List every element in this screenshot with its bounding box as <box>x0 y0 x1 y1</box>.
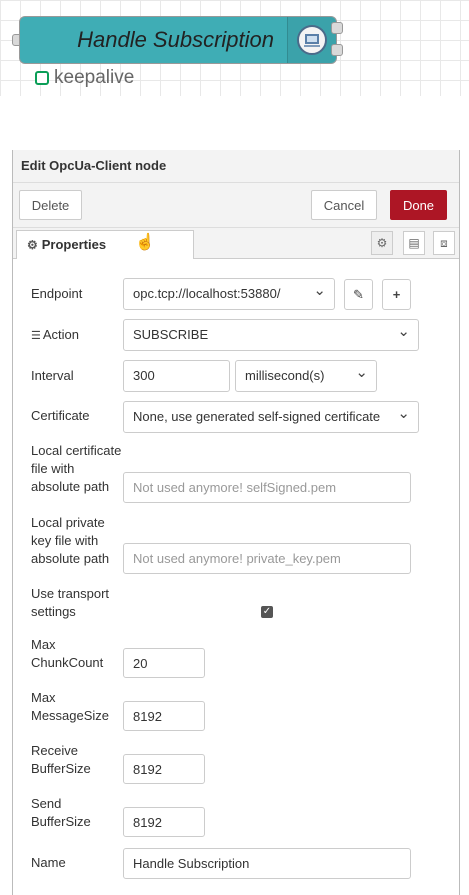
local-cert-label: Local certificate file with absolute pat… <box>31 443 122 494</box>
certificate-label: Certificate <box>31 408 90 423</box>
transport-label: Use transport settings <box>31 586 110 619</box>
transport-checkbox[interactable]: ✓ <box>261 606 273 618</box>
node-output-port-2[interactable] <box>331 44 343 56</box>
cancel-button[interactable]: Cancel <box>311 190 377 220</box>
tab-properties-label: Properties <box>41 237 107 252</box>
max-chunk-input[interactable]: 20 <box>123 648 205 678</box>
local-cert-input[interactable]: Not used anymore! selfSigned.pem <box>123 472 411 503</box>
edit-endpoint-pencil-icon[interactable]: ✎ <box>344 279 373 310</box>
local-key-label: Local private key file with absolute pat… <box>31 515 110 566</box>
node-output-port-1[interactable] <box>331 22 343 34</box>
send-buffer-label: Send BufferSize <box>31 796 91 829</box>
tab-properties[interactable]: ⚙ Properties <box>16 230 194 259</box>
interval-input[interactable]: 300 <box>123 360 230 392</box>
delete-button[interactable]: Delete <box>19 190 82 220</box>
status-text: keepalive <box>54 67 135 88</box>
max-message-input[interactable]: 8192 <box>123 701 205 731</box>
opcua-icon <box>297 25 327 55</box>
tray-toolbar: Delete Cancel Done <box>13 183 459 228</box>
tray-title: Edit OpcUa-Client node <box>13 150 459 183</box>
local-key-input[interactable]: Not used anymore! private_key.pem <box>123 543 411 574</box>
interval-label: Interval <box>31 368 74 383</box>
action-select[interactable]: SUBSCRIBE <box>123 319 419 351</box>
receive-buffer-label: Receive BufferSize <box>31 743 91 776</box>
send-buffer-input[interactable]: 8192 <box>123 807 205 837</box>
interval-unit-select[interactable]: millisecond(s) <box>235 360 377 392</box>
gear-icon: ⚙ <box>27 238 38 252</box>
node-status: keepalive <box>35 67 135 88</box>
name-label: Name <box>31 855 66 870</box>
receive-buffer-input[interactable]: 8192 <box>123 754 205 784</box>
endpoint-label: Endpoint <box>31 286 83 301</box>
description-tab-icon[interactable]: ▤ <box>403 231 425 255</box>
name-input[interactable]: Handle Subscription <box>123 848 411 879</box>
hand-cursor-icon: ☝ <box>135 234 155 251</box>
max-message-label: Max MessageSize <box>31 690 110 723</box>
appearance-tab-icon[interactable]: ⧈ <box>433 231 455 255</box>
canvas-gap <box>0 96 469 146</box>
action-label: ☰ Action <box>31 327 80 342</box>
max-chunk-label: Max ChunkCount <box>31 637 104 670</box>
edit-tray: Edit OpcUa-Client node Delete Cancel Don… <box>12 150 460 895</box>
certificate-select[interactable]: None, use generated self-signed certific… <box>123 401 419 433</box>
tabs-row: ⚙ Properties ☝ ⚙ ▤ ⧈ <box>13 228 459 259</box>
list-icon: ☰ <box>31 330 41 342</box>
settings-tab-icon[interactable]: ⚙ <box>371 231 393 255</box>
endpoint-select[interactable]: opc.tcp://localhost:53880/ <box>123 278 335 310</box>
flow-node[interactable]: Handle Subscription <box>19 16 337 64</box>
add-endpoint-plus-icon[interactable]: + <box>382 279 411 310</box>
node-icon-area <box>287 17 336 63</box>
status-dot-icon <box>35 71 49 85</box>
node-label: Handle Subscription <box>77 27 274 52</box>
done-button[interactable]: Done <box>390 190 447 220</box>
